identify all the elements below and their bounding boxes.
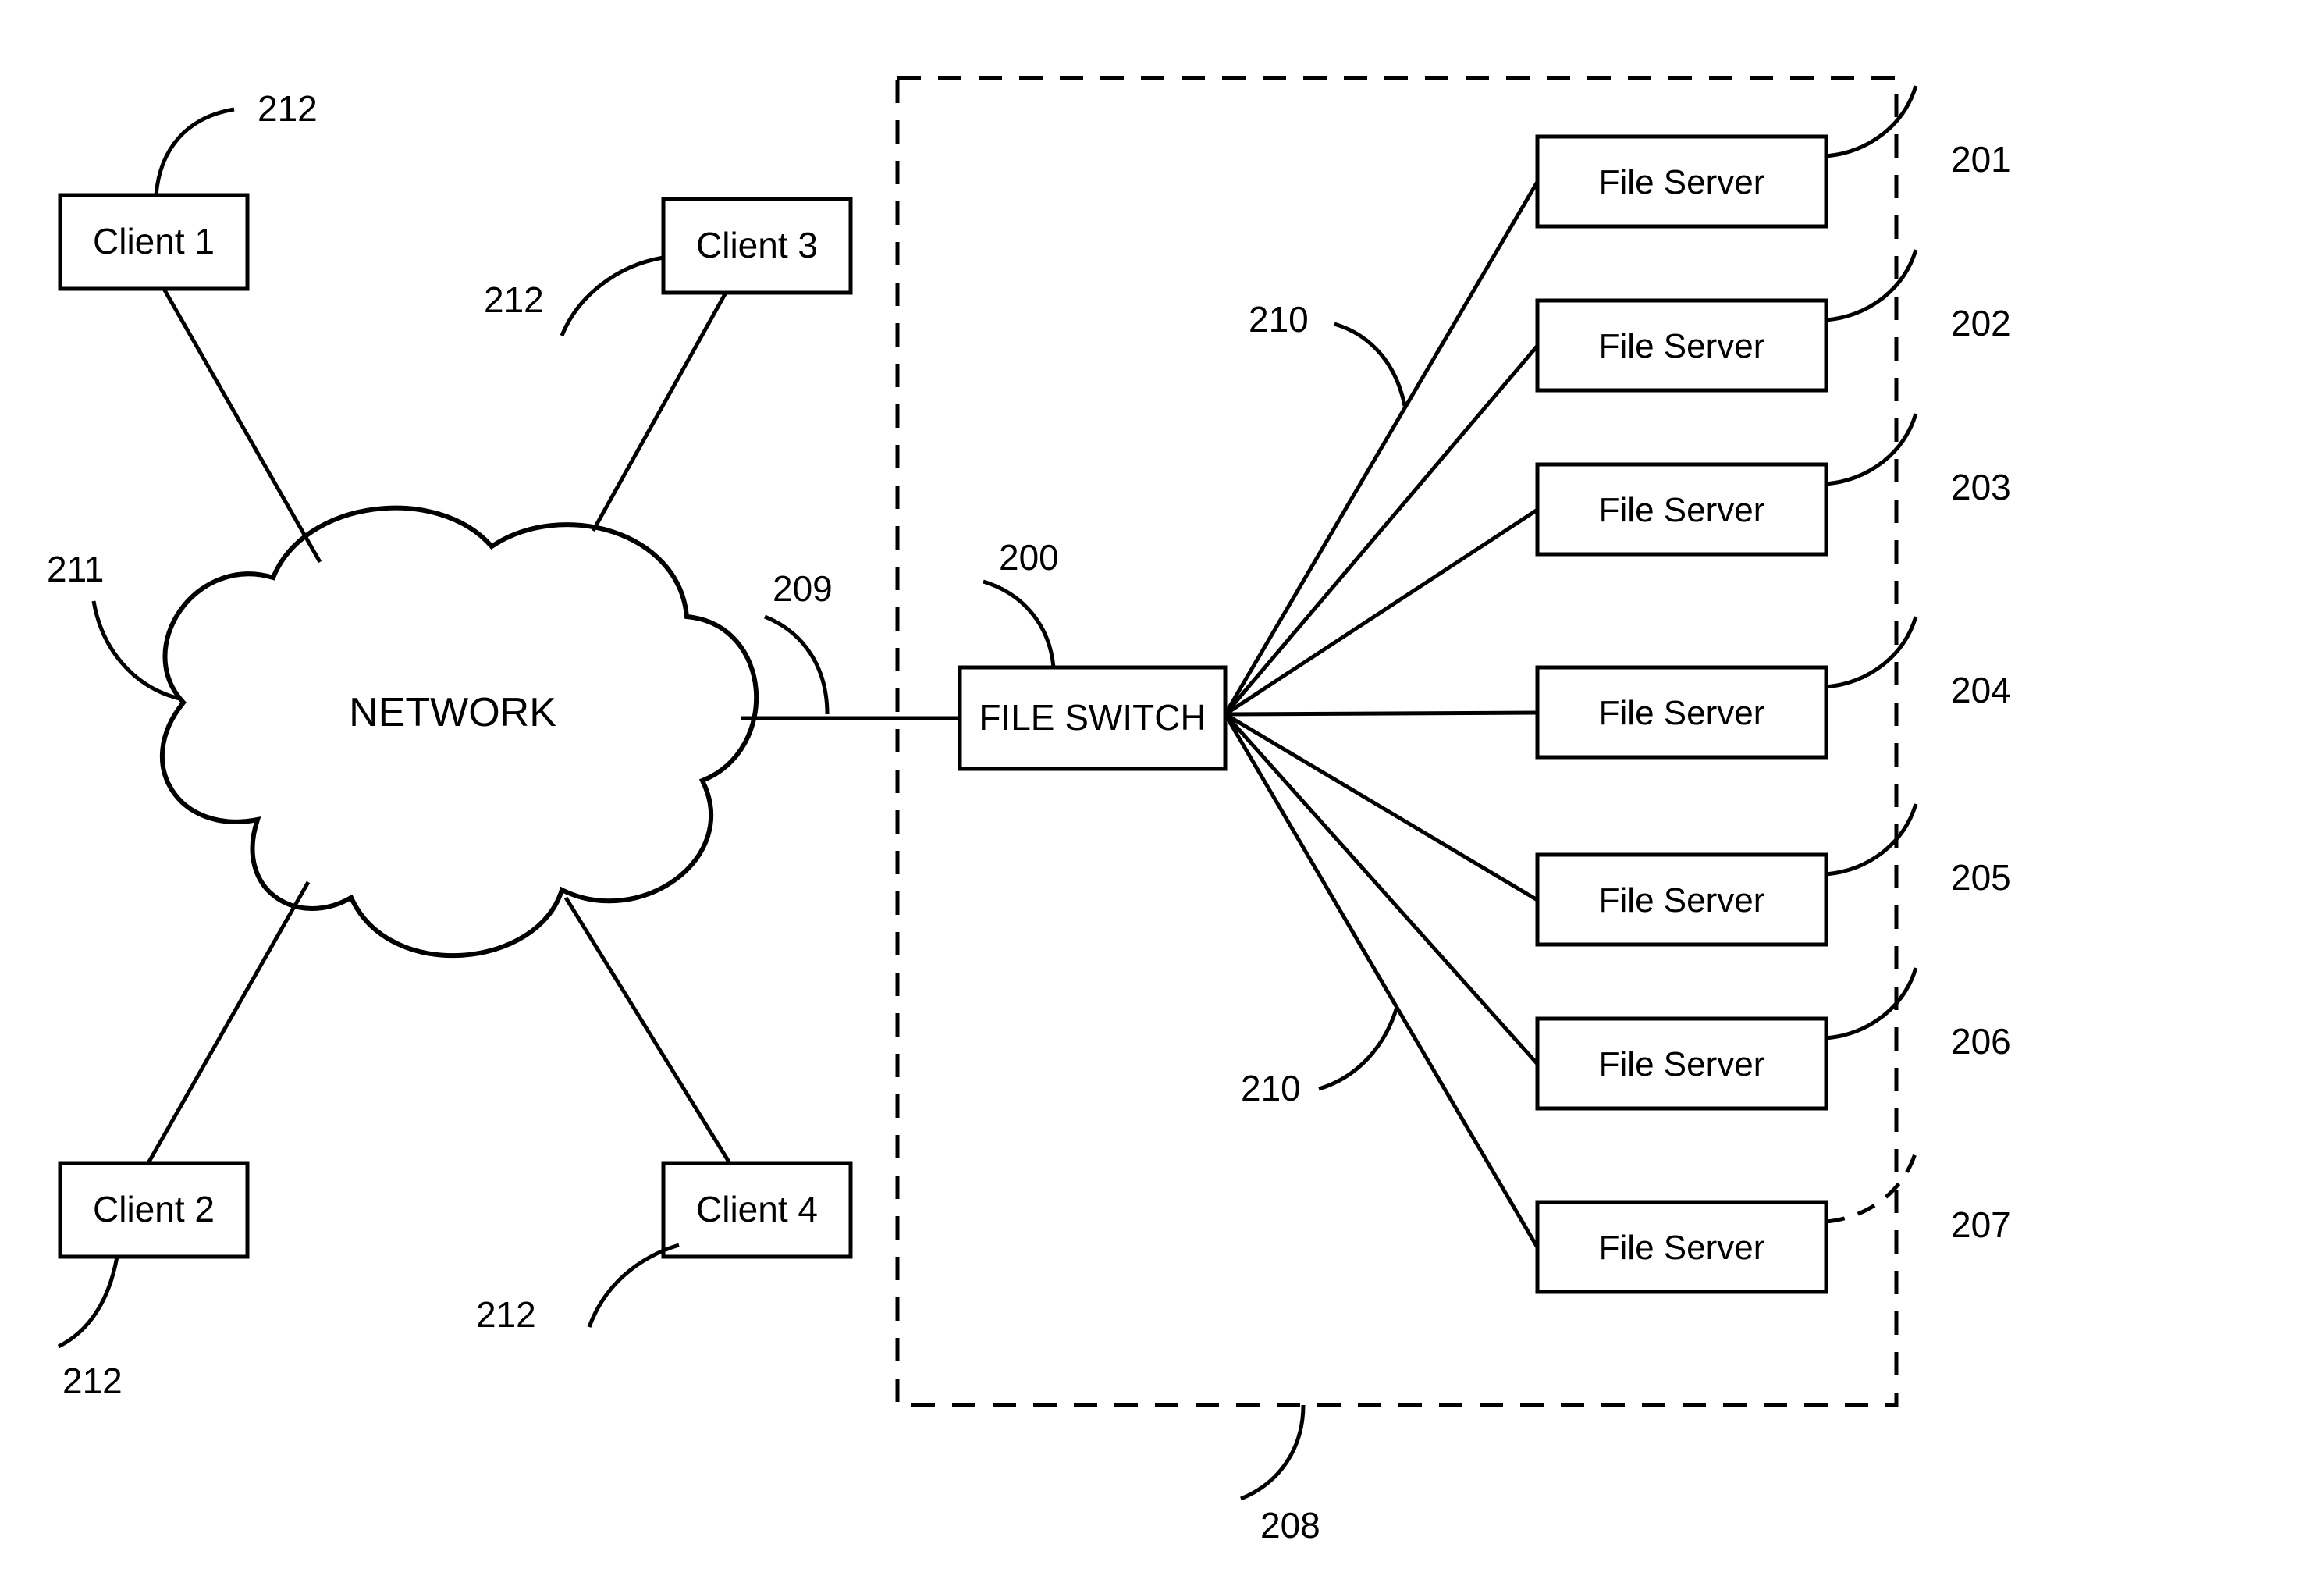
network-diagram: NETWORK Client 1 Client 3 Client 2 Clien… bbox=[0, 0, 2324, 1576]
file-server-2-label: File Server bbox=[1599, 327, 1765, 365]
ref-208: 208 bbox=[1260, 1505, 1320, 1546]
file-server-5-label: File Server bbox=[1599, 881, 1765, 920]
ref-205: 205 bbox=[1951, 857, 2011, 898]
lead-208 bbox=[1241, 1405, 1303, 1499]
ref-212b: 212 bbox=[62, 1361, 123, 1401]
file-switch-label: FILE SWITCH bbox=[979, 697, 1206, 738]
ref-204: 204 bbox=[1951, 670, 2011, 710]
lead-201 bbox=[1826, 86, 1916, 156]
lead-212b bbox=[59, 1257, 117, 1347]
ref-209: 209 bbox=[773, 568, 833, 609]
lead-205 bbox=[1826, 804, 1916, 874]
link-c4-net bbox=[566, 898, 730, 1163]
link-sw-s3 bbox=[1225, 510, 1537, 714]
ref-211: 211 bbox=[47, 549, 104, 589]
ref-212d: 212 bbox=[476, 1294, 536, 1335]
ref-207: 207 bbox=[1951, 1204, 2011, 1245]
link-sw-s7 bbox=[1225, 714, 1537, 1247]
ref-206: 206 bbox=[1951, 1021, 2011, 1062]
link-c2-net bbox=[148, 882, 308, 1163]
link-sw-s2 bbox=[1225, 346, 1537, 714]
lead-200 bbox=[983, 582, 1054, 667]
client-1-label: Client 1 bbox=[93, 221, 215, 261]
network-label: NETWORK bbox=[349, 690, 556, 735]
lead-209 bbox=[765, 617, 827, 714]
file-server-7-label: File Server bbox=[1599, 1229, 1765, 1267]
file-server-6-label: File Server bbox=[1599, 1045, 1765, 1083]
ref-201: 201 bbox=[1951, 139, 2011, 180]
lead-210b bbox=[1319, 1007, 1397, 1089]
link-sw-s5 bbox=[1225, 714, 1537, 900]
lead-202 bbox=[1826, 250, 1916, 320]
lead-212a bbox=[156, 109, 234, 195]
ref-202: 202 bbox=[1951, 303, 2011, 343]
ref-212a: 212 bbox=[258, 88, 318, 129]
lead-210a bbox=[1334, 324, 1405, 406]
file-server-1-label: File Server bbox=[1599, 163, 1765, 201]
ref-210a: 210 bbox=[1249, 299, 1309, 340]
link-c1-net bbox=[164, 289, 320, 562]
client-2-label: Client 2 bbox=[93, 1189, 215, 1229]
link-c3-net bbox=[593, 293, 726, 531]
link-sw-s4 bbox=[1225, 713, 1537, 714]
file-server-3-label: File Server bbox=[1599, 491, 1765, 529]
lead-206 bbox=[1826, 968, 1916, 1038]
file-server-4-label: File Server bbox=[1599, 694, 1765, 732]
client-4-label: Client 4 bbox=[696, 1189, 818, 1229]
lead-207 bbox=[1826, 1151, 1916, 1222]
link-sw-s6 bbox=[1225, 714, 1537, 1064]
client-3-label: Client 3 bbox=[696, 225, 818, 265]
link-sw-s1 bbox=[1225, 182, 1537, 714]
lead-203 bbox=[1826, 414, 1916, 484]
ref-210b: 210 bbox=[1241, 1068, 1301, 1108]
ref-203: 203 bbox=[1951, 467, 2011, 507]
ref-212c: 212 bbox=[484, 279, 544, 320]
lead-212c bbox=[562, 258, 663, 336]
lead-204 bbox=[1826, 617, 1916, 687]
ref-200: 200 bbox=[999, 537, 1059, 578]
